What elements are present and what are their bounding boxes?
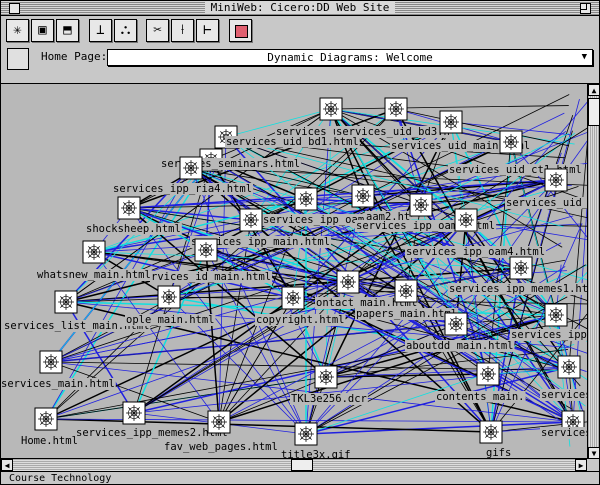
- web-icon: [43, 354, 59, 370]
- scroll-down-arrow-icon[interactable]: ▼: [588, 447, 599, 459]
- web-icon: [161, 289, 177, 305]
- web-icon: [480, 366, 496, 382]
- home-page-label: Home Page:: [41, 50, 108, 63]
- page-label[interactable]: Home.html: [21, 435, 78, 447]
- web-view-button[interactable]: ✳: [6, 19, 29, 42]
- web-icon: [285, 290, 301, 306]
- page-node[interactable]: title3x.gif: [280, 422, 352, 459]
- page-node[interactable]: services_uid_bd3.h: [335, 97, 451, 138]
- miniweb-window: MiniWeb: Cicero:DD Web Site ✳ ▣ ⬒ ⊥ ⛬ ✂ ⟊ ⊢ Hom…: [0, 0, 600, 485]
- horizontal-scrollbar[interactable]: ◀ ▶: [1, 458, 587, 471]
- page-label[interactable]: services_ipp_ria4.html: [113, 183, 252, 195]
- web-icon: [38, 411, 54, 427]
- page-label[interactable]: services_ipp: [541, 427, 587, 439]
- tree-button[interactable]: ⛬: [114, 19, 137, 42]
- page-node[interactable]: gifs: [479, 420, 513, 459]
- web-icon: [323, 101, 339, 117]
- web-icon: [121, 200, 137, 216]
- page-label[interactable]: services_ipp_memes2.html: [76, 427, 228, 439]
- scroll-up-arrow-icon[interactable]: ▲: [588, 84, 599, 96]
- web-icon: [513, 260, 529, 276]
- web-icon: [58, 294, 74, 310]
- page-label[interactable]: services_uid_bd1.html: [226, 136, 359, 148]
- page-label[interactable]: services_main.html: [1, 378, 115, 390]
- web-icon: [458, 212, 474, 228]
- web-icon: [86, 244, 102, 260]
- zoom-box[interactable]: [580, 3, 591, 14]
- scroll-left-arrow-icon[interactable]: ◀: [1, 459, 13, 471]
- web-icon: [483, 424, 499, 440]
- web-icon: [198, 242, 214, 258]
- site-map-canvas[interactable]: services_u services_uid_bd3.h services_uid…: [1, 83, 587, 459]
- page-label[interactable]: shocksheep.html: [86, 223, 181, 235]
- export-button[interactable]: ⬒: [56, 19, 79, 42]
- page-node[interactable]: Home.html: [20, 407, 79, 447]
- web-icon: [183, 160, 199, 176]
- site-graph[interactable]: services_uservices_uid_bd3.hservices_uid…: [1, 84, 587, 459]
- stop-button[interactable]: [229, 19, 252, 42]
- web-icon: [298, 191, 314, 207]
- web-icon: [561, 359, 577, 375]
- web-icon: [243, 212, 259, 228]
- window-title: MiniWeb: Cicero:DD Web Site: [204, 1, 396, 14]
- vertical-scroll-thumb[interactable]: [588, 98, 599, 126]
- page-label[interactable]: services_ipp_memes1.html: [449, 283, 587, 295]
- horizontal-scroll-thumb[interactable]: [291, 459, 313, 471]
- toolbar: ✳ ▣ ⬒ ⊥ ⛬ ✂ ⟊ ⊢: [1, 16, 599, 44]
- home-page-value: Dynamic Diagrams: Welcome: [267, 51, 433, 64]
- page-label[interactable]: services_ipp_ria5: [511, 329, 587, 341]
- scroll-right-arrow-icon[interactable]: ▶: [575, 459, 587, 471]
- structure-button[interactable]: ⊢: [196, 19, 219, 42]
- status-text: Course Technology: [9, 473, 112, 484]
- page-label[interactable]: TKL3e256.dcr: [291, 393, 367, 405]
- page-label[interactable]: aboutdd_main.html: [406, 340, 513, 352]
- home-page-row: Home Page: Dynamic Diagrams: Welcome ▼: [1, 45, 599, 71]
- home-page-select[interactable]: Dynamic Diagrams: Welcome ▼: [107, 49, 593, 66]
- page-label[interactable]: services_uid_ct2: [506, 197, 587, 209]
- web-icon: [126, 405, 142, 421]
- page-label[interactable]: fav_web_pages.html: [164, 441, 278, 453]
- web-icon: [548, 307, 564, 323]
- web-icon: [413, 197, 429, 213]
- link-edge: [330, 105, 569, 110]
- link-button[interactable]: ⟊: [171, 19, 194, 42]
- chevron-down-icon: ▼: [581, 52, 587, 62]
- web-icon: [503, 134, 519, 150]
- web-icon: [448, 316, 464, 332]
- web-icon: [388, 101, 404, 117]
- web-icon: [318, 369, 334, 385]
- link-edge: [305, 108, 397, 200]
- page-label[interactable]: copyright.html: [256, 314, 345, 326]
- vertical-scrollbar[interactable]: ▲ ▼: [587, 83, 599, 459]
- web-icon: [298, 426, 314, 442]
- page-label[interactable]: whatsnew_main.html: [37, 269, 151, 281]
- web-icon: [398, 283, 414, 299]
- title-bar[interactable]: MiniWeb: Cicero:DD Web Site: [1, 1, 599, 16]
- home-page-icon[interactable]: [7, 48, 29, 70]
- page-node[interactable]: services_u: [275, 97, 343, 138]
- page-label[interactable]: services_ipp_oam4.html: [406, 246, 545, 258]
- page-label[interactable]: contents_main.: [436, 391, 525, 403]
- page-label[interactable]: ople_main.html: [126, 314, 215, 326]
- page-label[interactable]: services_ipp: [541, 389, 587, 401]
- web-icon: [443, 114, 459, 130]
- web-icon: [355, 188, 371, 204]
- page-label[interactable]: papers_main.html: [356, 308, 457, 320]
- page-label[interactable]: rvices_id_main.html: [151, 271, 271, 283]
- cut-button[interactable]: ✂: [146, 19, 169, 42]
- page-view-button[interactable]: ▣: [31, 19, 54, 42]
- web-icon: [548, 172, 564, 188]
- layout-button[interactable]: ⊥: [89, 19, 112, 42]
- link-edge: [568, 141, 587, 368]
- web-icon: [340, 274, 356, 290]
- status-bar: Course Technology: [1, 471, 599, 484]
- web-icon: [211, 414, 227, 430]
